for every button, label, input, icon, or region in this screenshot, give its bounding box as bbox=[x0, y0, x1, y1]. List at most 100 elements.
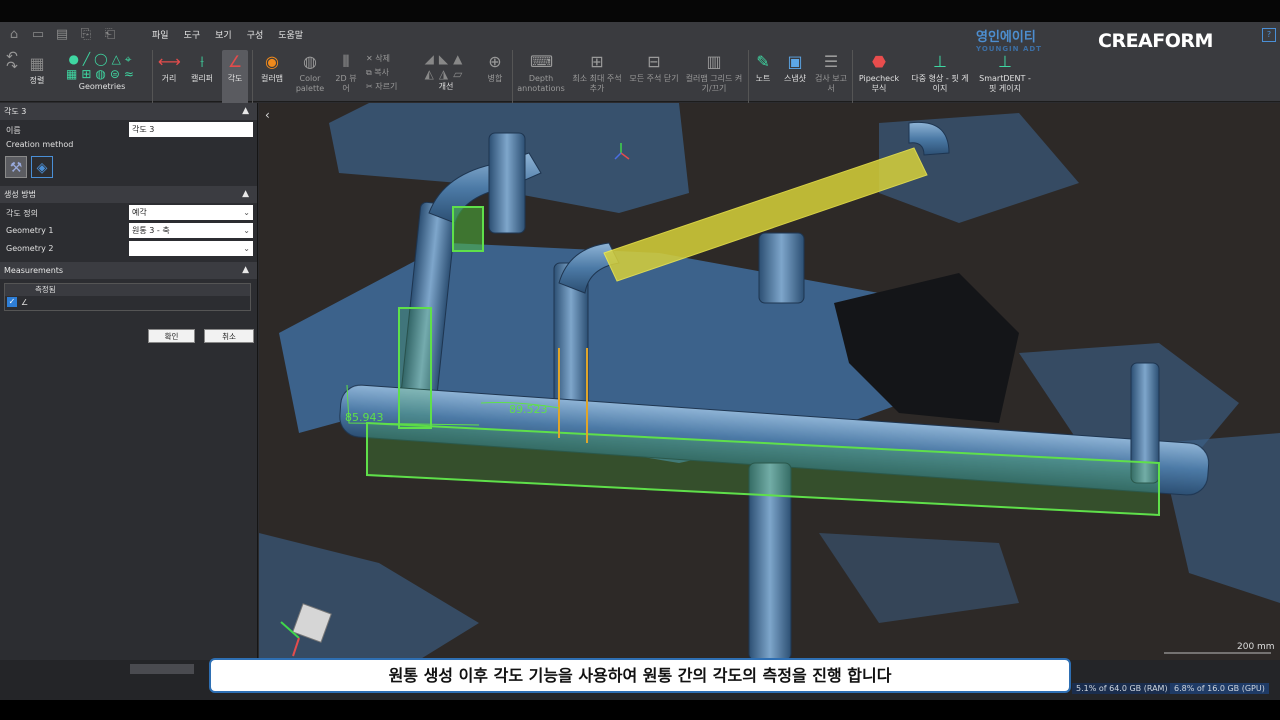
ram-usage: 5.1% of 64.0 GB (RAM) bbox=[1072, 683, 1172, 694]
table-header: 측정됨 bbox=[5, 284, 250, 296]
menu-config[interactable]: 구성 bbox=[247, 28, 264, 41]
colormap-grid-button[interactable]: ▥ 컬러맵 그리드 켜기/끄기 bbox=[684, 52, 744, 94]
grid-icon: ▥ bbox=[706, 52, 722, 71]
measurements-section-header[interactable]: Measurements ▲ bbox=[0, 262, 257, 279]
note-icon: ✎ bbox=[756, 52, 770, 71]
pipecheck-button[interactable]: ⬣ Pipecheck 부식 bbox=[856, 52, 902, 94]
panel-header: 각도 3 ▲ bbox=[0, 103, 257, 120]
collapse-icon[interactable]: ▲ bbox=[242, 262, 249, 279]
caliper-icon: ⟊ bbox=[199, 52, 205, 71]
undo-button[interactable]: ↶ ↷ bbox=[2, 50, 22, 74]
new-file-icon[interactable]: ▭ bbox=[28, 26, 48, 44]
inspection-report-button[interactable]: ☰ 검사 보고서 bbox=[814, 52, 848, 94]
name-field[interactable]: 각도 3 bbox=[129, 122, 253, 137]
geometry1-select[interactable]: 원통 3 - 축 ⌄ bbox=[129, 223, 253, 238]
snapshot-button[interactable]: ▣ 스냅샷 bbox=[780, 52, 810, 84]
application-window: ⌂ ▭ ▤ ⎘ ⎗ 파일 도구 보기 구성 도움말 영인에이티 YOUNGIN A… bbox=[0, 0, 1280, 720]
colormap-button[interactable]: ◉ 컬러맵 bbox=[256, 52, 288, 84]
cancel-button[interactable]: 취소 bbox=[204, 329, 254, 343]
chevron-down-icon: ⌄ bbox=[243, 226, 250, 235]
gauge-icon: ⊥ bbox=[933, 52, 947, 71]
close-annotations-icon: ⊟ bbox=[647, 52, 661, 71]
angle-icon: ∠ bbox=[227, 52, 243, 71]
creation-method-row: Creation method bbox=[6, 140, 74, 149]
2d-viewer-button[interactable]: ⫴ 2D 뷰어 bbox=[332, 52, 360, 94]
depth-annotation-icon: ⌨ bbox=[530, 52, 554, 71]
smartdent-icon: ⊥ bbox=[998, 52, 1012, 71]
creation-section-header[interactable]: 생성 방법 ▲ bbox=[0, 186, 257, 203]
top-black-bar bbox=[0, 0, 1280, 22]
name-row: 이름 각도 3 bbox=[0, 120, 257, 138]
improve-icons: ◢◣▲ ◭◮▱ bbox=[424, 52, 468, 81]
cut-button[interactable]: ✂ 자르기 bbox=[366, 80, 410, 94]
ok-button[interactable]: 확인 bbox=[148, 329, 195, 343]
minmax-icon: ⊞ bbox=[590, 52, 604, 71]
angle-label-2[interactable]: 89.523 bbox=[509, 403, 548, 416]
depth-annotations-button[interactable]: ⌨ Depth annotations bbox=[516, 52, 566, 94]
angle-definition-select[interactable]: 예각 ⌄ bbox=[129, 205, 253, 220]
ribbon-toolbar: ⌂ ▭ ▤ ⎘ ⎗ 파일 도구 보기 구성 도움말 영인에이티 YOUNGIN A… bbox=[0, 22, 1280, 120]
report-icon: ☰ bbox=[823, 52, 839, 71]
geometry2-row: Geometry 2 ⌄ bbox=[0, 239, 257, 257]
caliper-button[interactable]: ⟊ 캘리퍼 bbox=[186, 52, 218, 84]
colormap-icon: ◉ bbox=[265, 52, 279, 71]
quick-access-toolbar: ⌂ ▭ ▤ ⎘ ⎗ bbox=[4, 26, 120, 44]
collapse-icon[interactable]: ▲ bbox=[242, 186, 249, 203]
scan-scene: 85.943 89.523 ‹ 200 mm bbox=[259, 103, 1280, 660]
3d-viewport[interactable]: 85.943 89.523 ‹ 200 mm bbox=[259, 103, 1280, 660]
merge-button[interactable]: ⊕ 병합 bbox=[482, 52, 508, 84]
edit-group: ✕ 삭제 ⧉ 복사 ✂ 자르기 bbox=[366, 52, 410, 94]
creation-method-icons: ⚒ ◈ bbox=[0, 152, 257, 186]
geometries-group[interactable]: ●╱◯△⌖ ▦⊞◍⊜≈ Geometries bbox=[55, 52, 149, 92]
measurements-table: 측정됨 ✓ ∠ bbox=[4, 283, 251, 311]
geometry1-row: Geometry 1 원통 3 - 축 ⌄ bbox=[0, 221, 257, 239]
geometry-shape-icons: ●╱◯△⌖ ▦⊞◍⊜≈ bbox=[66, 52, 138, 81]
layers-tool-icon[interactable]: ◈ bbox=[31, 156, 53, 178]
palette-icon: ◍ bbox=[303, 52, 317, 71]
align-icon: ▦ bbox=[29, 54, 45, 73]
multi-shape-gauge-button[interactable]: ⊥ 다중 형상 - 핏 게이지 bbox=[910, 52, 970, 94]
properties-panel: 각도 3 ▲ 이름 각도 3 Creation method ⚒ ◈ 생성 방법 ▲… bbox=[0, 103, 258, 660]
menu-tools[interactable]: 도구 bbox=[184, 28, 201, 41]
color-palette-button[interactable]: ◍ Color palette bbox=[292, 52, 328, 94]
status-progress bbox=[130, 664, 194, 674]
chevron-down-icon: ⌄ bbox=[243, 244, 250, 253]
close-all-annotations-button[interactable]: ⊟ 모든 주석 닫기 bbox=[628, 52, 680, 84]
table-row[interactable]: ✓ ∠ bbox=[5, 296, 250, 309]
chevron-down-icon: ⌄ bbox=[243, 208, 250, 217]
gpu-usage: 6.8% of 16.0 GB (GPU) bbox=[1170, 683, 1269, 694]
panel-toggle-icon[interactable]: ‹ bbox=[265, 108, 270, 122]
angle-label-1[interactable]: 85.943 bbox=[345, 411, 384, 424]
pipecheck-icon: ⬣ bbox=[872, 52, 886, 71]
collapse-icon[interactable]: ▲ bbox=[242, 103, 249, 120]
delete-button[interactable]: ✕ 삭제 bbox=[366, 52, 410, 66]
main-menu: 파일 도구 보기 구성 도움말 bbox=[152, 28, 303, 41]
align-button[interactable]: ▦ 정렬 bbox=[24, 54, 50, 86]
bottom-black-bar bbox=[0, 700, 1280, 720]
viewer-icon: ⫴ bbox=[342, 52, 350, 71]
save-icon[interactable]: ▤ bbox=[52, 26, 72, 44]
smartdent-gauge-button[interactable]: ⊥ SmartDENT - 핏 게이지 bbox=[976, 52, 1034, 94]
menu-file[interactable]: 파일 bbox=[152, 28, 169, 41]
improve-group[interactable]: ◢◣▲ ◭◮▱ 개선 bbox=[416, 52, 476, 92]
export-icon[interactable]: ⎗ bbox=[100, 26, 120, 44]
merge-icon: ⊕ bbox=[488, 52, 502, 71]
scale-label: 200 mm bbox=[1237, 642, 1275, 652]
row-checkbox[interactable]: ✓ bbox=[7, 297, 17, 307]
geometry2-select[interactable]: ⌄ bbox=[129, 241, 253, 256]
subtitle-caption: 원통 생성 이후 각도 기능을 사용하여 원통 간의 각도의 측정을 진행 합니… bbox=[209, 658, 1071, 693]
distance-button[interactable]: ⟷ 거리 bbox=[156, 52, 182, 84]
copy-button[interactable]: ⧉ 복사 bbox=[366, 66, 410, 80]
pick-tool-icon[interactable]: ⚒ bbox=[5, 156, 27, 178]
home-icon[interactable]: ⌂ bbox=[4, 26, 24, 44]
minmax-annotation-button[interactable]: ⊞ 최소 최대 주석 추가 bbox=[572, 52, 622, 94]
note-button[interactable]: ✎ 노트 bbox=[752, 52, 774, 84]
snapshot-icon: ▣ bbox=[787, 52, 803, 71]
menu-help[interactable]: 도움말 bbox=[278, 28, 303, 41]
help-icon[interactable]: ? bbox=[1262, 28, 1276, 42]
creaform-logo: CREAFORM bbox=[1098, 30, 1213, 52]
menu-view[interactable]: 보기 bbox=[215, 28, 232, 41]
younginadt-logo: 영인에이티 YOUNGIN ADT bbox=[976, 30, 1042, 53]
import-icon[interactable]: ⎘ bbox=[76, 26, 96, 44]
angle-definition-row: 각도 정의 예각 ⌄ bbox=[0, 203, 257, 221]
